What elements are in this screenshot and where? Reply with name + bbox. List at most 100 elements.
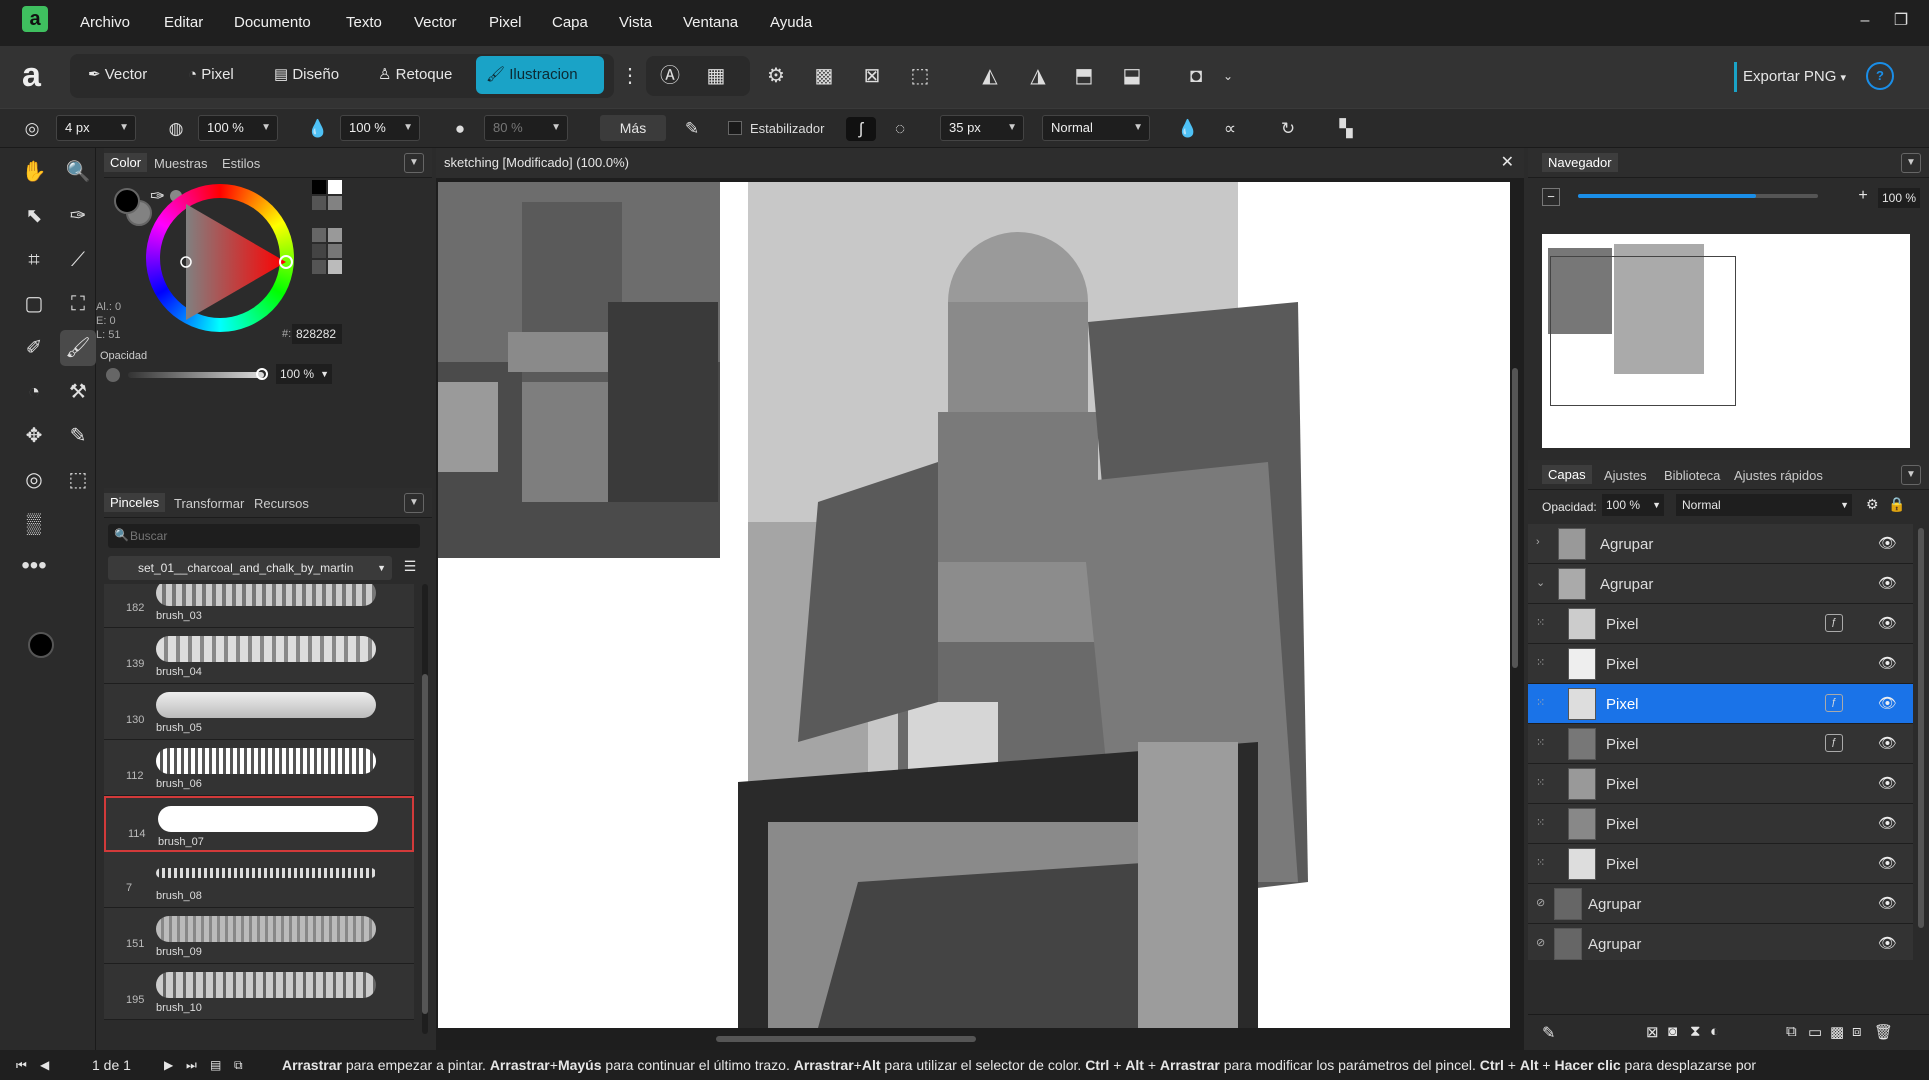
drag-handle-icon[interactable]: ⁙ <box>1536 656 1545 669</box>
saturation-triangle[interactable] <box>146 184 294 332</box>
hand-icon[interactable]: ✋ <box>16 154 52 190</box>
arrange-forward-icon[interactable]: ⬒ <box>1068 60 1100 92</box>
more-button[interactable]: Más <box>600 115 666 141</box>
fill-icon[interactable]: ◔ <box>16 374 52 410</box>
page-list-icon[interactable]: ▤ <box>210 1050 221 1080</box>
menu-ventana[interactable]: Ventana <box>683 14 738 31</box>
smudge-icon[interactable]: ⚒ <box>60 374 96 410</box>
zoom-icon[interactable]: 🔍 <box>60 154 96 190</box>
fill-color-swatch[interactable] <box>114 188 140 214</box>
brush-search[interactable]: 🔍 <box>108 524 420 548</box>
more-tools-icon[interactable]: ••• <box>16 548 52 584</box>
invert-selection-icon[interactable]: ⬚ <box>904 60 936 92</box>
zoom-out-icon[interactable]: − <box>1542 188 1560 206</box>
brush-item[interactable]: 151 brush_09 <box>104 908 414 964</box>
edit-icon[interactable]: ✎ <box>1542 1023 1555 1043</box>
brush-size-field[interactable]: 4 px ▼ <box>56 115 136 141</box>
drag-handle-icon[interactable]: ⁙ <box>1536 856 1545 869</box>
persona-pixel-button[interactable]: ◔ Pixel <box>178 56 244 94</box>
assistant-icon[interactable]: Ⓐ <box>654 60 686 92</box>
zoom-slider[interactable] <box>1578 194 1818 198</box>
wet-edges-icon[interactable]: 💧 <box>1176 117 1200 141</box>
first-page-icon[interactable]: ⏮ <box>16 1050 27 1080</box>
layer-row[interactable]: › Agrupar 👁 <box>1528 524 1913 564</box>
crop-icon[interactable]: ⌗ <box>16 242 52 278</box>
drag-handle-icon[interactable]: ⁙ <box>1536 776 1545 789</box>
selection-all-icon[interactable]: ▩ <box>808 60 840 92</box>
opacity-slider[interactable] <box>128 372 264 378</box>
tab-navigator[interactable]: Navegador <box>1542 153 1618 172</box>
restore-icon[interactable]: ❐ <box>1888 8 1914 34</box>
chevron-down-icon[interactable]: ⌄ <box>1536 576 1545 589</box>
grid-icon[interactable]: ▦ <box>700 60 732 92</box>
menu-vector[interactable]: Vector <box>414 14 457 31</box>
menu-ayuda[interactable]: Ayuda <box>770 14 812 31</box>
recent-colors[interactable] <box>312 180 342 274</box>
next-page-icon[interactable]: ▶ <box>164 1050 173 1080</box>
eye-icon[interactable]: 👁 <box>1878 614 1897 632</box>
eye-icon[interactable]: 👁 <box>1878 534 1897 552</box>
brush-item[interactable]: 139 brush_04 <box>104 628 414 684</box>
brush-item[interactable]: 195 brush_10 <box>104 964 414 1020</box>
chevron-right-icon[interactable]: › <box>1536 536 1540 548</box>
add-group-icon[interactable]: ▭ <box>1808 1023 1822 1041</box>
selection-brush-icon[interactable]: ✎ <box>60 418 96 454</box>
eye-icon[interactable]: 👁 <box>1878 654 1897 672</box>
layer-row[interactable]: ⊘ Agrupar 👁 <box>1528 884 1913 924</box>
adjustment-icon[interactable]: ⊠ <box>1646 1023 1659 1041</box>
eye-icon[interactable]: 👁 <box>1878 694 1897 712</box>
chevron-down-icon[interactable]: ▼ <box>1901 465 1921 485</box>
primary-color-swatch[interactable] <box>28 632 54 658</box>
menu-texto[interactable]: Texto <box>346 14 382 31</box>
hidden-icon[interactable]: ⊘ <box>1536 896 1545 909</box>
eye-icon[interactable]: 👁 <box>1878 934 1897 952</box>
layer-row[interactable]: ⁙ Pixel ƒ 👁 <box>1528 604 1913 644</box>
chevron-down-icon[interactable]: ▼ <box>404 153 424 173</box>
lock-icon[interactable]: 🔒 <box>1888 496 1905 513</box>
menu-capa[interactable]: Capa <box>552 14 588 31</box>
layer-settings-gear-icon[interactable]: ⚙ <box>1866 496 1879 513</box>
color-picker-icon[interactable]: ✑ <box>60 198 96 234</box>
brush-item[interactable]: 130 brush_05 <box>104 684 414 740</box>
chevron-down-icon[interactable]: ▼ <box>1901 153 1921 173</box>
menu-documento[interactable]: Documento <box>234 14 311 31</box>
layer-row[interactable]: ⊘ Agrupar 👁 <box>1528 924 1913 960</box>
tab-layers[interactable]: Capas <box>1542 465 1592 484</box>
drag-handle-icon[interactable]: ⁙ <box>1536 616 1545 629</box>
canvas[interactable] <box>438 182 1510 1028</box>
flip-vertical-icon[interactable]: ◮ <box>1022 60 1054 92</box>
help-icon[interactable]: ? <box>1866 62 1894 90</box>
drag-handle-icon[interactable]: ⁙ <box>1536 816 1545 829</box>
last-page-icon[interactable]: ⏭ <box>186 1050 197 1080</box>
scrollbar-thumb[interactable] <box>422 674 428 1014</box>
layer-row[interactable]: ⌄ Agrupar 👁 <box>1528 564 1913 604</box>
stabilizer-rope-icon[interactable]: ʃ <box>846 117 876 141</box>
rotate-icon[interactable]: ↻ <box>1276 117 1300 141</box>
tab-adjustments[interactable]: Ajustes <box>1604 468 1647 483</box>
pattern-icon[interactable]: ▒ <box>16 506 52 542</box>
eye-icon[interactable]: 👁 <box>1878 734 1897 752</box>
tab-brushes[interactable]: Pinceles <box>104 493 166 512</box>
brush-category-select[interactable]: set_01__charcoal_and_chalk_by_martin ▼ <box>108 556 392 580</box>
add-pixel-layer-icon[interactable]: ⧉ <box>1786 1023 1797 1040</box>
stabilizer-checkbox[interactable] <box>728 121 742 135</box>
trash-icon[interactable]: 🗑 <box>1874 1023 1893 1041</box>
stabilizer-width-field[interactable]: 35 px ▼ <box>940 115 1024 141</box>
layer-row[interactable]: ⁙ Pixel ƒ 👁 <box>1528 724 1913 764</box>
eye-icon[interactable]: 👁 <box>1878 774 1897 792</box>
more-vertical-icon[interactable]: ⋮ <box>614 60 646 92</box>
fx-icon[interactable]: ƒ <box>1825 614 1843 632</box>
eye-icon[interactable]: 👁 <box>1878 814 1897 832</box>
layers-scrollbar[interactable] <box>1918 528 1924 928</box>
marquee-icon[interactable]: ⬚ <box>60 462 96 498</box>
hex-input[interactable]: 828282 <box>292 324 342 344</box>
tab-library[interactable]: Biblioteca <box>1664 468 1720 483</box>
brush-item-selected[interactable]: 114 brush_07 <box>104 796 414 852</box>
opacity-field[interactable]: 100 % ▼ <box>198 115 278 141</box>
navigator-preview[interactable] <box>1542 234 1910 448</box>
minimize-icon[interactable]: – <box>1852 8 1878 34</box>
search-input[interactable] <box>130 526 410 546</box>
brush-item[interactable]: 182 brush_03 <box>104 584 414 628</box>
mesh-warp-icon[interactable]: ⛶ <box>60 286 96 322</box>
spread-icon[interactable]: ⧉ <box>234 1050 243 1080</box>
